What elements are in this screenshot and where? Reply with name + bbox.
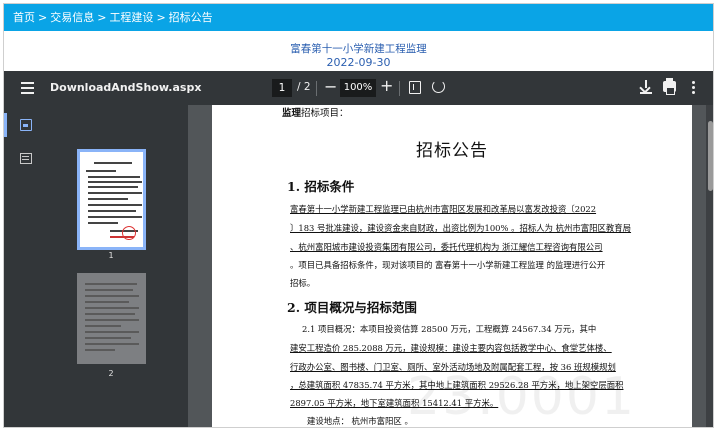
file-name: DownloadAndShow.aspx	[50, 81, 202, 94]
breadcrumb-engineering[interactable]: 工程建设	[109, 11, 153, 24]
doc-preamble: 监理招标项目：	[282, 108, 349, 119]
thumb-text-line	[85, 289, 133, 291]
pdf-toolbar: DownloadAndShow.aspx 1 / 2 − 100% +	[4, 71, 713, 105]
thumb-text-line	[86, 170, 116, 172]
outline-icon[interactable]	[20, 153, 32, 164]
doc-line: 。项目已具备招标条件，现对该项目的 富春第十一小学新建工程监理 的监理进行公开	[290, 260, 606, 270]
breadcrumb-separator: >	[97, 11, 107, 24]
thumb-text-line	[85, 319, 139, 321]
zoom-input[interactable]: 100%	[340, 79, 376, 97]
thumb-text-line	[88, 204, 142, 206]
doc-line: 招标。	[290, 278, 316, 288]
page-thumbnail-2[interactable]	[77, 273, 146, 364]
zoom-out-button[interactable]: −	[324, 77, 337, 96]
thumb-text-line	[85, 331, 139, 333]
page-thumbnail-1[interactable]	[77, 149, 146, 250]
breadcrumb-separator: >	[156, 11, 166, 24]
breadcrumb-home[interactable]: 首页	[13, 11, 35, 24]
thumb-text-line	[85, 301, 129, 303]
thumb-text-line	[88, 181, 142, 183]
scrollbar-thumb[interactable]	[708, 121, 713, 191]
thumb-text-line	[85, 313, 135, 315]
fit-page-icon[interactable]	[409, 81, 421, 94]
toolbar-divider	[316, 81, 317, 96]
thumb-text-line	[85, 337, 131, 339]
print-icon[interactable]	[663, 78, 676, 95]
hamburger-menu-icon[interactable]	[21, 82, 34, 94]
thumb-text-line	[85, 307, 139, 309]
thumb-text-line	[88, 210, 136, 212]
download-icon[interactable]	[640, 80, 652, 94]
active-indicator	[4, 113, 7, 137]
thumb-text-line	[88, 192, 142, 194]
page-frame: 首页 > 交易信息 > 工程建设 > 招标公告 富春第十一小学新建工程监理 2022-09-…	[3, 3, 714, 428]
page-number-input[interactable]: 1	[272, 79, 292, 97]
breadcrumb-separator: >	[38, 11, 48, 24]
thumbnail-number-1: 1	[108, 251, 114, 260]
breadcrumb-current[interactable]: 招标公告	[169, 11, 213, 24]
rotate-icon[interactable]	[432, 80, 445, 93]
thumb-text-line	[88, 198, 128, 200]
section1-heading: 1. 招标条件	[287, 179, 355, 194]
zoom-in-button[interactable]: +	[380, 76, 393, 95]
thumb-text-line	[85, 295, 139, 297]
doc-title: 招标公告	[416, 141, 488, 161]
section2-heading: 2. 项目概况与招标范围	[287, 300, 417, 315]
pdf-viewer: DownloadAndShow.aspx 1 / 2 − 100% + 1 2 …	[4, 71, 713, 427]
thumb-text-line	[85, 343, 139, 345]
thumb-text-line	[88, 222, 118, 224]
thumb-text-line	[94, 162, 132, 164]
doc-line: 2.1 项目概况：本项目投资估算 28500 万元，工程概算 24567.34 …	[302, 324, 597, 334]
document-area[interactable]: 监理招标项目： 招标公告 1. 招标条件 富春第十一小学新建工程监理已由杭州市富…	[188, 105, 713, 427]
vertical-scrollbar[interactable]	[706, 105, 713, 427]
publish-date: 2022-09-30	[326, 56, 391, 69]
thumb-text-line	[85, 325, 121, 327]
thumbnail-number-2: 2	[108, 369, 114, 378]
page-total: / 2	[297, 81, 311, 93]
thumbnail-sidebar: 1 2	[4, 105, 188, 427]
doc-line: 、杭州富阳城市建设投资集团有限公司，委托代理机构为 浙江耀信工程咨询有限公司	[290, 242, 603, 252]
pdf-page: 监理招标项目： 招标公告 1. 招标条件 富春第十一小学新建工程监理已由杭州市富…	[212, 105, 692, 427]
doc-line: 建安工程造价 285.2088 万元，建设规模：建设主要内容包括教学中心、食堂艺…	[290, 343, 612, 353]
thumbnails-icon[interactable]	[20, 119, 32, 131]
thumb-stamp-icon	[122, 226, 136, 240]
toolbar-divider	[399, 81, 400, 96]
breadcrumb: 首页 > 交易信息 > 工程建设 > 招标公告	[4, 4, 713, 31]
thumb-text-line	[88, 186, 138, 188]
doc-line: 富春第十一小学新建工程监理已由杭州市富阳区发展和改革局以富发改投资〔2022	[290, 204, 597, 214]
doc-line: 建设地点： 杭州市富阳区 。	[307, 416, 413, 426]
notice-header: 富春第十一小学新建工程监理 2022-09-30	[4, 31, 713, 71]
thumb-text-line	[88, 216, 142, 218]
page-title: 富春第十一小学新建工程监理	[290, 43, 427, 55]
doc-line: 〕183 号批准建设，建设资金来自财政，出资比例为100% 。招标人为 杭州市富…	[290, 223, 632, 233]
thumb-text-line	[88, 176, 140, 178]
watermark: 23.0001	[407, 367, 637, 427]
thumb-text-line	[85, 283, 137, 285]
thumb-text-line	[85, 349, 115, 351]
breadcrumb-trade-info[interactable]: 交易信息	[50, 11, 94, 24]
more-vert-icon[interactable]	[692, 81, 695, 96]
